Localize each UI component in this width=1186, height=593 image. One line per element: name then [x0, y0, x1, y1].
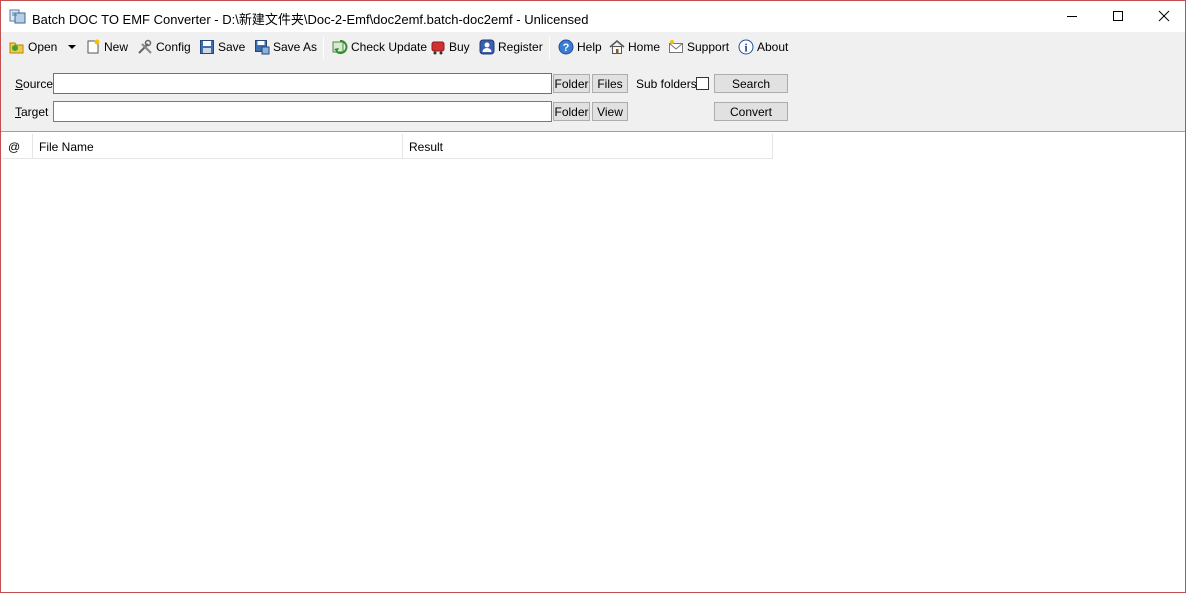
toolbar-separator [549, 37, 550, 59]
save-as-icon [255, 40, 270, 55]
config-button[interactable]: Config [137, 36, 191, 58]
open-dropdown-button[interactable] [67, 36, 77, 58]
source-folder-button[interactable]: Folder [553, 74, 590, 93]
convert-button[interactable]: Convert [714, 102, 788, 121]
maximize-icon [1113, 11, 1123, 21]
home-icon [609, 40, 625, 54]
search-button[interactable]: Search [714, 74, 788, 93]
help-icon: ? [558, 39, 574, 55]
new-document-icon [87, 39, 100, 54]
target-label: Target [15, 105, 49, 119]
window-title: Batch DOC TO EMF Converter - D:\新建文件夹\Do… [32, 12, 589, 27]
update-icon [332, 40, 348, 54]
minimize-button[interactable] [1049, 1, 1095, 31]
check-update-button[interactable]: Check Update [332, 36, 427, 58]
app-window: Batch DOC TO EMF Converter - D:\新建文件夹\Do… [0, 0, 1186, 593]
support-mail-icon [669, 40, 683, 53]
shopping-cart-icon [431, 41, 445, 55]
floppy-disk-icon [200, 40, 214, 54]
source-input[interactable] [53, 73, 552, 94]
new-button[interactable]: New [85, 36, 128, 58]
subfolders-checkbox[interactable] [696, 77, 709, 90]
subfolders-label: Sub folders [636, 77, 697, 91]
source-label: Source [15, 77, 54, 91]
target-view-button[interactable]: View [592, 102, 628, 121]
column-header-file-name[interactable]: File Name [33, 134, 403, 159]
file-list[interactable]: @ File Name Result [2, 134, 1184, 592]
minimize-icon [1067, 16, 1077, 17]
column-header-status[interactable]: @ [2, 134, 33, 159]
source-files-button[interactable]: Files [592, 74, 628, 93]
open-folder-icon [9, 42, 24, 54]
register-button[interactable]: Register [479, 36, 543, 58]
buy-button[interactable]: Buy [430, 36, 470, 58]
info-icon: i [738, 39, 754, 55]
register-user-icon [479, 39, 495, 55]
help-button[interactable]: ? Help [558, 36, 602, 58]
target-input[interactable] [53, 101, 552, 122]
target-folder-button[interactable]: Folder [553, 102, 590, 121]
svg-text:?: ? [563, 42, 570, 54]
app-icon [9, 9, 26, 24]
save-as-button[interactable]: Save As [254, 36, 317, 58]
list-header: @ File Name Result [2, 134, 773, 159]
title-bar: Batch DOC TO EMF Converter - D:\新建文件夹\Do… [1, 1, 1185, 32]
close-button[interactable] [1141, 1, 1186, 31]
tools-icon [138, 39, 152, 54]
about-button[interactable]: i About [738, 36, 788, 58]
toolbar-separator [323, 37, 324, 59]
column-header-result[interactable]: Result [403, 134, 773, 159]
open-button[interactable]: Open [9, 36, 57, 58]
chevron-down-icon [68, 45, 76, 49]
maximize-button[interactable] [1095, 1, 1141, 31]
support-button[interactable]: Support [668, 36, 729, 58]
conversion-panel: Source Folder Files Sub folders Search T… [1, 62, 1185, 132]
save-button[interactable]: Save [199, 36, 245, 58]
home-button[interactable]: Home [609, 36, 660, 58]
toolbar: Open New Config Save Save As Check Updat… [1, 32, 1185, 62]
close-icon [1158, 10, 1170, 22]
